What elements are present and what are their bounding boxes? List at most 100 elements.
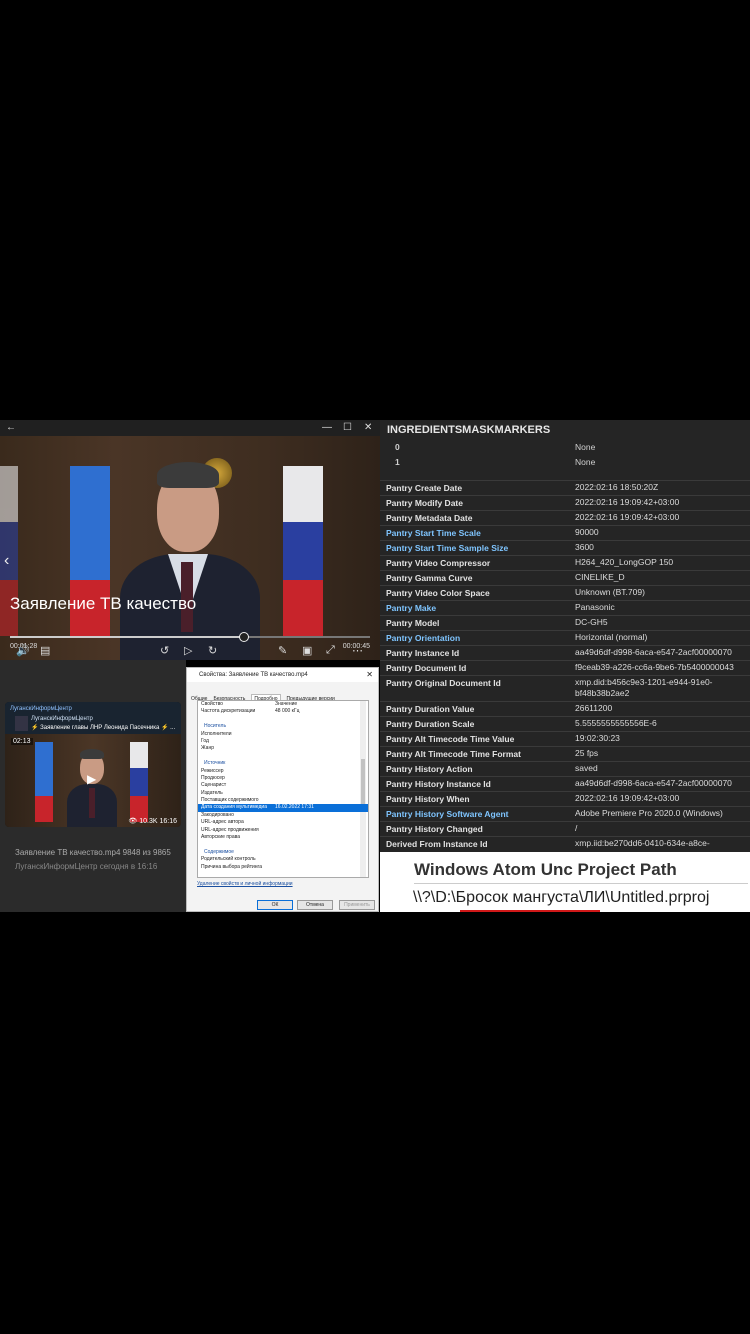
property-row[interactable]: URL-адрес продвижения <box>198 827 368 834</box>
property-row[interactable] <box>198 716 368 723</box>
property-name: Год <box>201 737 209 744</box>
row-divider <box>380 600 750 601</box>
ok-button[interactable]: ОК <box>257 900 293 910</box>
fullscreen-icon[interactable]: ⤢ <box>326 644 335 657</box>
property-name: Жанр <box>201 745 214 752</box>
property-name: Содержимое <box>204 848 234 855</box>
play-icon[interactable]: ▷ <box>184 644 192 657</box>
player-controls: 🔊 ▤ ↺ ▷ ↻ ✎ ▣ ⤢ ⋯ <box>0 641 380 660</box>
property-row[interactable]: Жанр <box>198 745 368 752</box>
metadata-value: aa49d6df-d998-6aca-e547-2acf00000070 <box>575 778 732 788</box>
metadata-value: 25 fps <box>575 748 599 758</box>
remove-properties-link[interactable]: Удаление свойств и личной информации <box>197 881 293 887</box>
volume-icon[interactable]: 🔊 <box>16 644 30 657</box>
speaker-hair <box>157 462 219 488</box>
property-value: Значение <box>275 701 298 707</box>
property-row[interactable]: Продюсер <box>198 775 368 782</box>
row-divider <box>380 510 750 511</box>
forwarded-video-card[interactable]: ЛуганскИнформЦентр ЛуганскИнформЦентр ⚡ … <box>5 702 181 827</box>
row-divider <box>380 495 750 496</box>
property-row[interactable]: Родительский контроль <box>198 856 368 863</box>
post-header: ЛуганскИнформЦентр ЛуганскИнформЦентр ⚡ … <box>5 702 181 734</box>
metadata-key: Pantry History When <box>386 794 470 804</box>
metadata-key: Pantry Alt Timecode Time Format <box>386 749 521 759</box>
property-row[interactable] <box>198 841 368 848</box>
property-row[interactable]: URL-адрес автора <box>198 819 368 826</box>
seek-bar-fill <box>10 636 244 638</box>
speaker-tie <box>89 788 95 818</box>
avatar <box>15 716 28 731</box>
row-divider <box>380 645 750 646</box>
video-duration: 02:13 <box>11 738 33 745</box>
property-row[interactable]: Закодировано <box>198 812 368 819</box>
mini-view-icon[interactable]: ▣ <box>302 644 312 657</box>
video-thumbnail[interactable]: ▶ <box>5 734 181 827</box>
metadata-key: Pantry Document Id <box>386 663 467 673</box>
metadata-value: 3600 <box>575 542 594 552</box>
file-name-line: Заявление ТВ качество.mp4 9848 из 9865 <box>15 848 171 857</box>
metadata-key: Pantry Duration Value <box>386 704 475 714</box>
property-name: Продюсер <box>201 774 225 781</box>
more-icon[interactable]: ⋯ <box>352 644 363 657</box>
properties-list[interactable]: Свойство Значение Частота дискретизации 48 … <box>197 700 369 878</box>
metadata-key: Pantry Start Time Scale <box>386 528 481 538</box>
property-row[interactable]: Дата создания мультимедиа 16.02.2022 17:3… <box>198 804 368 812</box>
metadata-key: Pantry Video Color Space <box>386 588 490 598</box>
marker-index: 0 <box>395 442 400 452</box>
channel-name[interactable]: ЛуганскИнформЦентр <box>10 706 72 712</box>
player-titlebar: ← — ☐ ✕ <box>0 420 380 436</box>
red-underline <box>460 910 600 912</box>
property-value: 48 000 кГц <box>275 708 300 715</box>
rewind-10-icon[interactable]: ↺ <box>160 644 169 657</box>
property-row[interactable]: Частота дискретизации 48 000 кГц <box>198 708 368 715</box>
edit-icon[interactable]: ✎ <box>278 644 287 657</box>
chevron-left-icon[interactable]: ‹ <box>4 552 9 570</box>
close-button[interactable]: ✕ <box>364 422 372 433</box>
metadata-key: Pantry Modify Date <box>386 498 463 508</box>
dialog-tabs: Общие Безопасность Подробно Предыдущие верс… <box>191 687 341 703</box>
cancel-button[interactable]: Отмена <box>297 900 333 910</box>
view-count: 👁 10.3K 16:16 <box>128 817 177 825</box>
property-name: URL-адрес продвижения <box>201 826 259 833</box>
forward-30-icon[interactable]: ↻ <box>208 644 217 657</box>
property-row[interactable]: Сценарист <box>198 782 368 789</box>
play-icon[interactable]: ▶ <box>87 772 96 786</box>
lnr-flag <box>35 742 53 822</box>
marker-index: 1 <box>395 457 400 467</box>
metadata-key: Pantry Start Time Sample Size <box>386 543 509 553</box>
row-divider <box>380 791 750 792</box>
property-row[interactable] <box>198 753 368 760</box>
row-divider <box>380 540 750 541</box>
metadata-value: 19:02:30:23 <box>575 733 620 743</box>
property-group[interactable]: Носитель <box>198 723 368 730</box>
metadata-value: 5.5555555555556E-6 <box>575 718 657 728</box>
subtitles-icon[interactable]: ▤ <box>40 644 50 657</box>
metadata-value: Panasonic <box>575 602 615 612</box>
property-row[interactable]: Год <box>198 738 368 745</box>
property-row[interactable]: Причина выбора рейтинга <box>198 864 368 871</box>
property-row[interactable]: Режиссер <box>198 768 368 775</box>
row-divider <box>380 776 750 777</box>
dialog-titlebar: Свойства: Заявление ТВ качество.mp4 ✕ <box>187 668 378 682</box>
row-divider <box>380 746 750 747</box>
back-arrow-icon[interactable]: ← <box>6 422 16 433</box>
property-row[interactable]: Издатель <box>198 790 368 797</box>
property-row[interactable]: Свойство Значение <box>198 701 368 708</box>
minimize-button[interactable]: — <box>322 422 332 433</box>
property-name: Авторские права <box>201 834 240 841</box>
close-icon[interactable]: ✕ <box>366 670 373 679</box>
marker-value: None <box>575 457 596 467</box>
apply-button[interactable]: Применить <box>339 900 375 910</box>
property-row[interactable]: Поставщик содержимого <box>198 797 368 804</box>
property-name: Издатель <box>201 789 223 796</box>
property-row[interactable]: Авторские права <box>198 834 368 841</box>
metadata-key: Pantry Instance Id <box>386 648 460 658</box>
post-time: 16:16 <box>159 818 177 825</box>
property-group[interactable]: Источник <box>198 760 368 767</box>
property-name: Закодировано <box>201 811 234 818</box>
video-frame[interactable]: ‹ Заявление ТВ качество 00:01:28 00:00:4… <box>0 436 380 660</box>
telegram-post: ЛуганскИнформЦентр ЛуганскИнформЦентр ⚡ … <box>0 660 186 912</box>
property-row[interactable]: Исполнители <box>198 731 368 738</box>
seek-bar[interactable] <box>10 632 370 642</box>
maximize-button[interactable]: ☐ <box>343 422 352 433</box>
